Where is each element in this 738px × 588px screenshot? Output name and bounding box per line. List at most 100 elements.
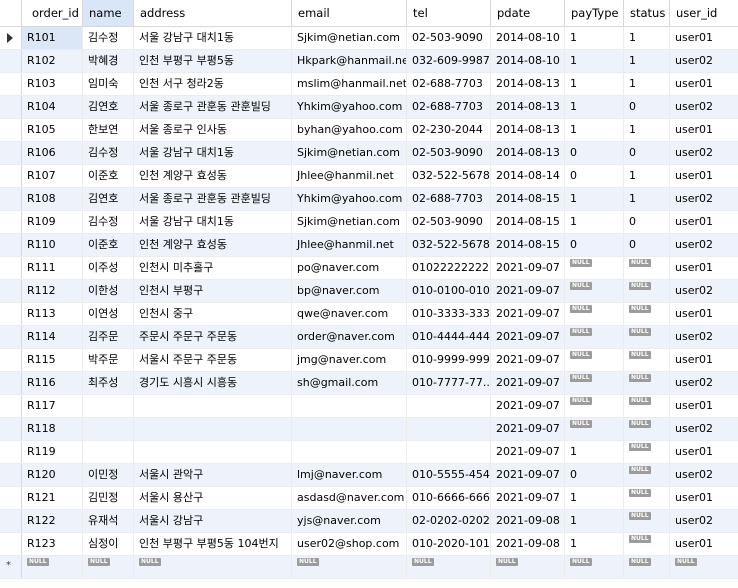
cell-paytype[interactable]: 1 xyxy=(565,73,624,95)
cell-order-id[interactable]: R117 xyxy=(22,395,83,417)
cell-paytype[interactable]: 1 xyxy=(565,441,624,463)
cell-pdate[interactable]: 2014-08-13 xyxy=(491,142,565,164)
row-selector[interactable] xyxy=(0,487,22,509)
cell-order-id[interactable]: R120 xyxy=(22,464,83,486)
cell-paytype[interactable]: 0 xyxy=(565,234,624,256)
row-selector[interactable] xyxy=(0,418,22,440)
row-selector[interactable] xyxy=(0,188,22,210)
row-header-corner[interactable] xyxy=(0,0,22,26)
cell-pdate[interactable]: 2021-09-07 xyxy=(491,257,565,279)
cell-tel[interactable]: 01022222222 xyxy=(407,257,491,279)
cell-order-id[interactable]: R105 xyxy=(22,119,83,141)
cell-user-id[interactable]: user02 xyxy=(670,234,738,256)
cell-address[interactable] xyxy=(134,418,292,440)
cell-name[interactable]: 김수정 xyxy=(83,211,134,233)
cell-user-id[interactable]: user01 xyxy=(670,349,738,371)
cell-email[interactable] xyxy=(292,441,407,463)
column-header-status[interactable]: status xyxy=(624,0,670,26)
cell-email[interactable] xyxy=(292,418,407,440)
cell-tel[interactable]: 02-688-7703 xyxy=(407,188,491,210)
cell-user-id[interactable]: NULL xyxy=(670,556,738,578)
table-row[interactable]: R116 최주성 경기도 시흥시 시흥동 sh@gmail.com 010-7777-7… xyxy=(0,372,738,395)
cell-status[interactable]: 0 xyxy=(624,142,670,164)
row-selector[interactable] xyxy=(0,280,22,302)
cell-tel[interactable]: 02-503-9090 xyxy=(407,27,491,49)
cell-paytype[interactable]: NULL xyxy=(565,280,624,302)
cell-paytype[interactable]: 1 xyxy=(565,510,624,532)
table-row[interactable]: R101 김수정 서울 강남구 대치1동 Sjkim@netian.com 02-503… xyxy=(0,27,738,50)
table-row[interactable]: R111 이주성 인천시 미추홀구 po@naver.com 01022222222 20… xyxy=(0,257,738,280)
cell-status[interactable]: NULL xyxy=(624,372,670,394)
cell-pdate[interactable]: 2014-08-13 xyxy=(491,96,565,118)
cell-name[interactable]: 이준호 xyxy=(83,165,134,187)
cell-order-id[interactable]: R122 xyxy=(22,510,83,532)
cell-pdate[interactable]: 2021-09-07 xyxy=(491,395,565,417)
cell-status[interactable]: NULL xyxy=(624,533,670,555)
column-header-paytype[interactable]: payType xyxy=(565,0,624,26)
cell-pdate[interactable]: 2021-09-07 xyxy=(491,349,565,371)
cell-tel[interactable]: 032-522-5678 xyxy=(407,165,491,187)
cell-name[interactable]: 김수정 xyxy=(83,142,134,164)
cell-user-id[interactable]: user02 xyxy=(670,372,738,394)
cell-paytype[interactable]: NULL xyxy=(565,303,624,325)
cell-user-id[interactable]: user02 xyxy=(670,280,738,302)
row-selector[interactable] xyxy=(0,441,22,463)
cell-paytype[interactable]: NULL xyxy=(565,349,624,371)
cell-pdate[interactable]: 2021-09-08 xyxy=(491,533,565,555)
cell-pdate[interactable]: 2014-08-14 xyxy=(491,165,565,187)
row-selector[interactable] xyxy=(0,119,22,141)
cell-order-id[interactable]: R103 xyxy=(22,73,83,95)
table-row[interactable]: R113 이연성 인천시 중구 qwe@naver.com 010-3333-3333 2… xyxy=(0,303,738,326)
cell-user-id[interactable]: user02 xyxy=(670,142,738,164)
cell-address[interactable]: 서울 강남구 대치1동 xyxy=(134,142,292,164)
cell-paytype[interactable]: NULL xyxy=(565,556,624,578)
cell-paytype[interactable]: NULL xyxy=(565,395,624,417)
cell-paytype[interactable]: NULL xyxy=(565,372,624,394)
cell-order-id[interactable]: R113 xyxy=(22,303,83,325)
cell-user-id[interactable]: user01 xyxy=(670,211,738,233)
cell-email[interactable] xyxy=(292,395,407,417)
cell-tel[interactable]: 010-2020-1010 xyxy=(407,533,491,555)
table-row[interactable]: R106 김수정 서울 강남구 대치1동 Sjkim@netian.com 02-503… xyxy=(0,142,738,165)
cell-email[interactable]: Yhkim@yahoo.com xyxy=(292,96,407,118)
cell-name[interactable]: 박주문 xyxy=(83,349,134,371)
column-header-user-id[interactable]: user_id xyxy=(670,0,738,26)
cell-paytype[interactable]: 1 xyxy=(565,96,624,118)
cell-tel[interactable]: 02-230-2044 xyxy=(407,119,491,141)
cell-address[interactable]: 인천 계양구 효성동 xyxy=(134,165,292,187)
column-header-tel[interactable]: tel xyxy=(407,0,491,26)
table-row[interactable]: R107 이준호 인천 계양구 효성동 Jhlee@hanmil.net 032-522… xyxy=(0,165,738,188)
cell-tel[interactable]: 032-522-5678 xyxy=(407,234,491,256)
cell-status[interactable]: NULL xyxy=(624,303,670,325)
cell-order-id[interactable]: NULL xyxy=(22,556,83,578)
cell-address[interactable]: 인천 서구 청라2동 xyxy=(134,73,292,95)
cell-address[interactable]: 서울 강남구 대치1동 xyxy=(134,211,292,233)
cell-address[interactable]: 인천시 미추홀구 xyxy=(134,257,292,279)
column-header-name[interactable]: name xyxy=(83,0,134,26)
cell-order-id[interactable]: R112 xyxy=(22,280,83,302)
cell-email[interactable]: yjs@naver.com xyxy=(292,510,407,532)
row-selector[interactable] xyxy=(0,533,22,555)
cell-pdate[interactable]: 2021-09-07 xyxy=(491,464,565,486)
cell-order-id[interactable]: R106 xyxy=(22,142,83,164)
cell-name[interactable]: 최주성 xyxy=(83,372,134,394)
cell-tel[interactable] xyxy=(407,395,491,417)
cell-email[interactable]: Hkpark@hanmail.net xyxy=(292,50,407,72)
cell-order-id[interactable]: R110 xyxy=(22,234,83,256)
cell-user-id[interactable]: user01 xyxy=(670,257,738,279)
table-row[interactable]: R102 박혜경 인천 부평구 부평5동 Hkpark@hanmail.net 032-… xyxy=(0,50,738,73)
row-selector[interactable] xyxy=(0,257,22,279)
cell-name[interactable]: 이한성 xyxy=(83,280,134,302)
table-row[interactable]: R109 김수정 서울 강남구 대치1동 Sjkim@netian.com 02-503… xyxy=(0,211,738,234)
cell-pdate[interactable]: 2021-09-07 xyxy=(491,441,565,463)
cell-email[interactable]: sh@gmail.com xyxy=(292,372,407,394)
cell-email[interactable]: jmg@naver.com xyxy=(292,349,407,371)
cell-tel[interactable]: 02-0202-0202 xyxy=(407,510,491,532)
cell-paytype[interactable]: NULL xyxy=(565,326,624,348)
cell-email[interactable]: byhan@yahoo.com xyxy=(292,119,407,141)
cell-address[interactable]: 인천시 부평구 xyxy=(134,280,292,302)
cell-name[interactable]: 한보연 xyxy=(83,119,134,141)
cell-paytype[interactable]: 1 xyxy=(565,487,624,509)
cell-email[interactable]: Jhlee@hanmil.net xyxy=(292,234,407,256)
cell-status[interactable]: NULL xyxy=(624,395,670,417)
